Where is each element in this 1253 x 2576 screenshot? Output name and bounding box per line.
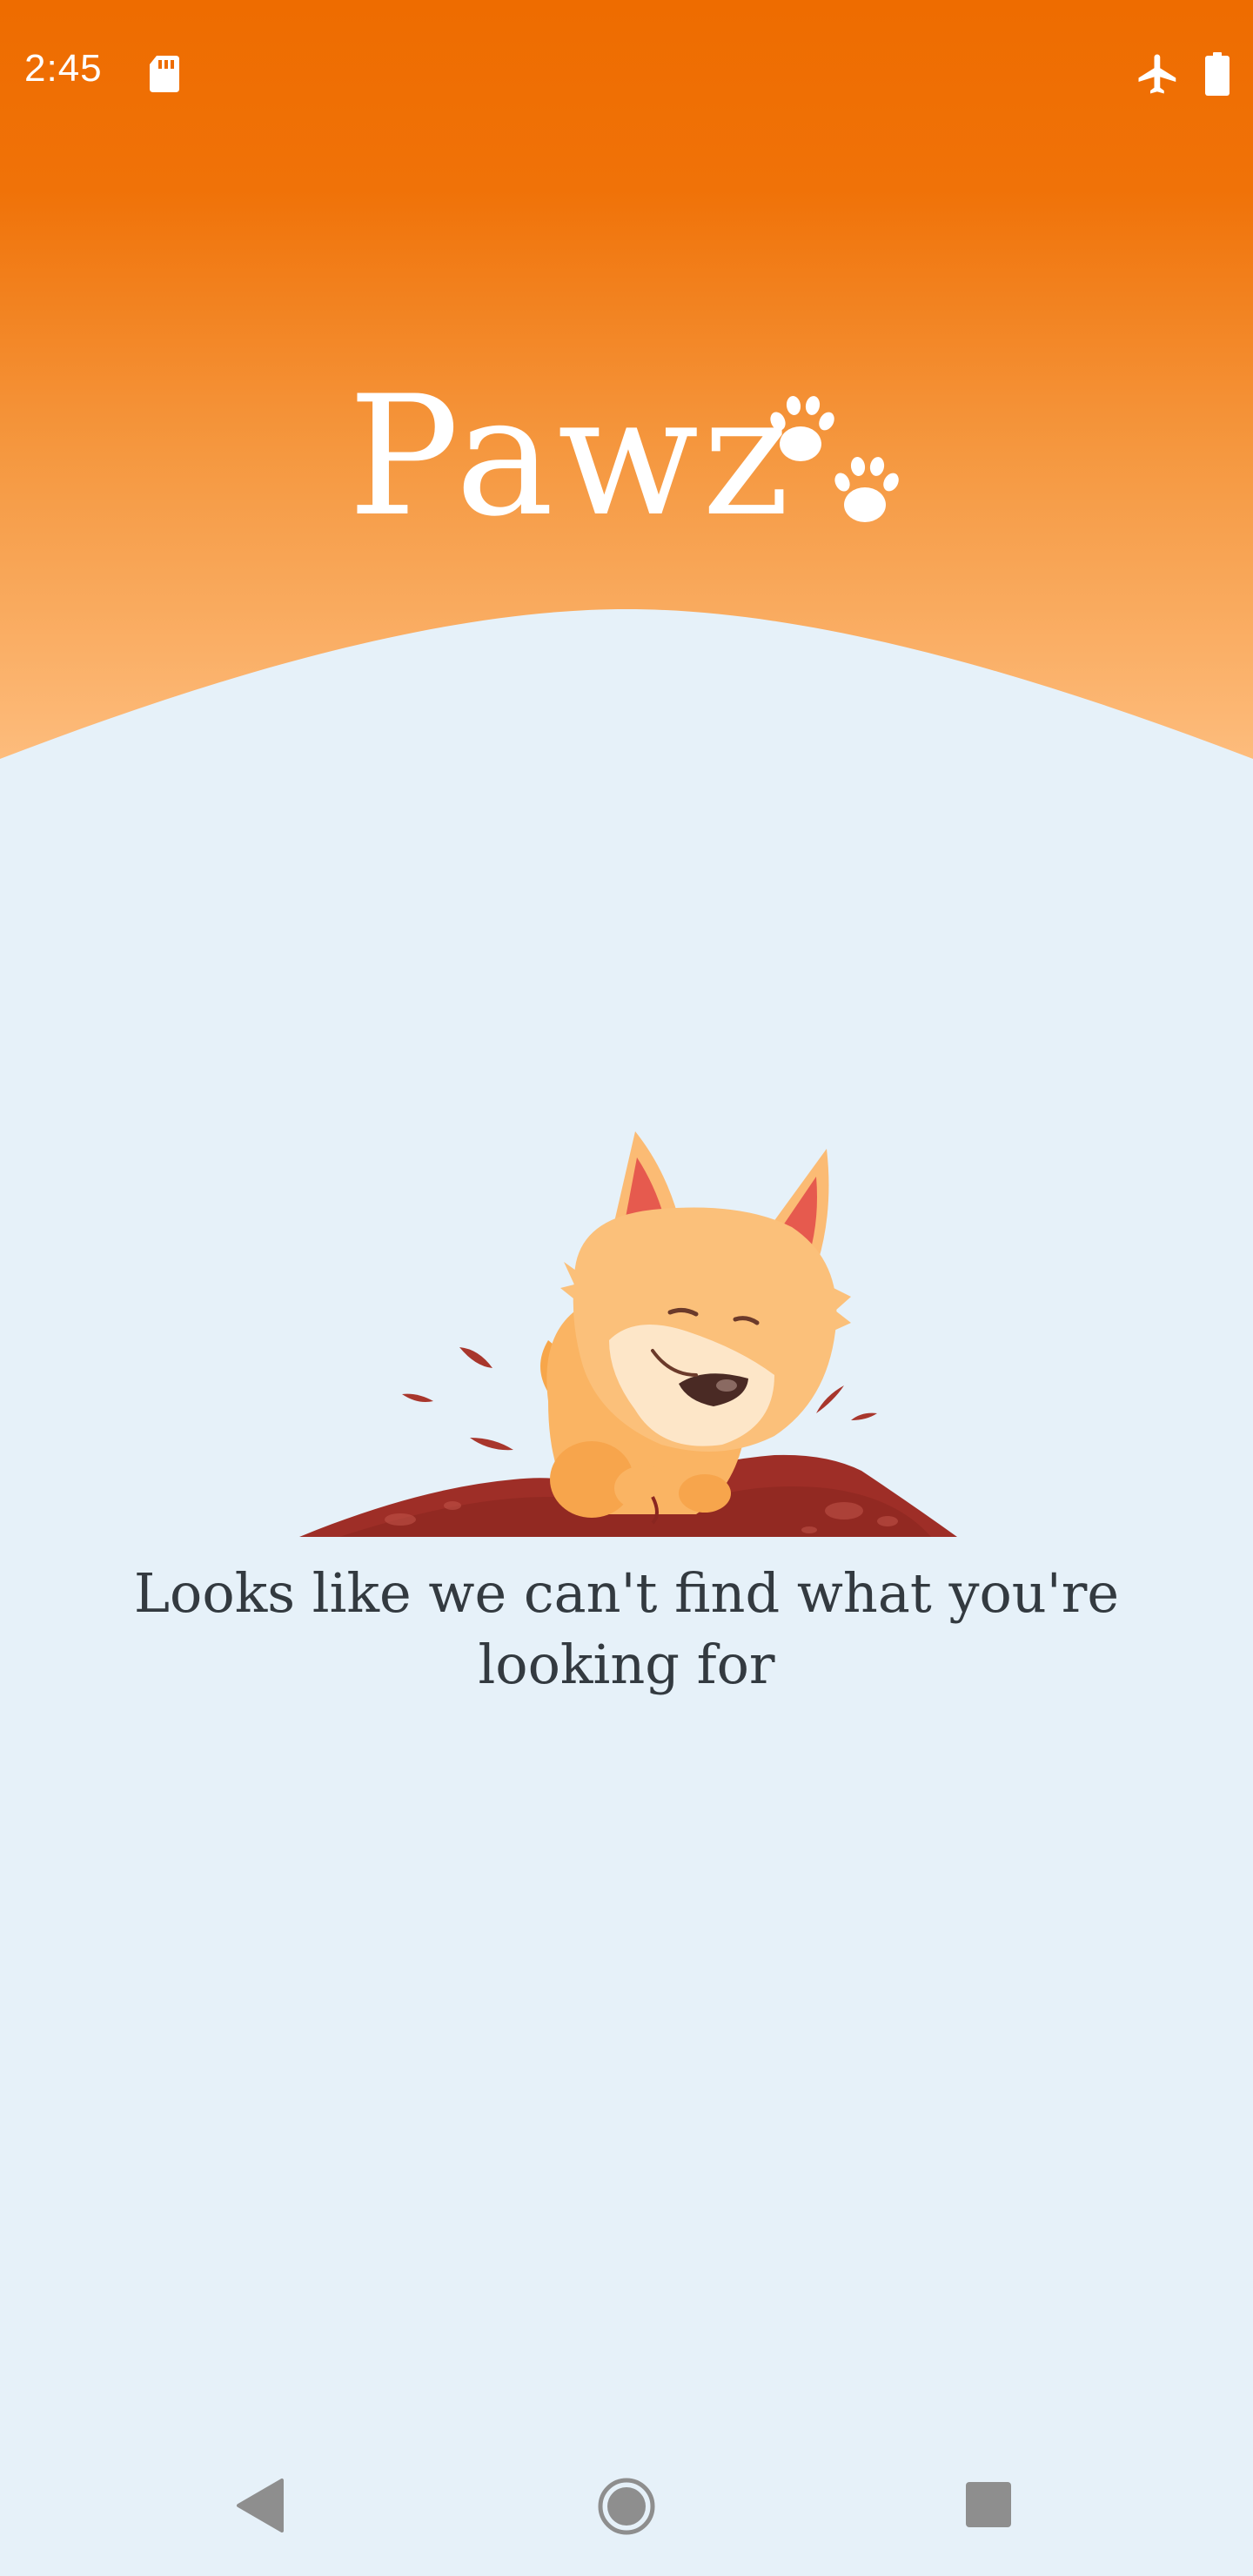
recents-icon[interactable] xyxy=(964,2480,1013,2529)
screen: 2:45 Pawz Looks like we can't find what … xyxy=(0,0,1253,2576)
logo-text: Pawz xyxy=(348,360,794,553)
empty-state-message: Looks like we can't find what you're loo… xyxy=(133,1561,1120,1696)
sd-card-icon xyxy=(150,56,179,92)
app-logo: Pawz xyxy=(348,360,899,553)
digging-dog-illustration xyxy=(299,1131,957,1537)
status-time: 2:45 xyxy=(24,47,103,90)
back-icon[interactable] xyxy=(233,2477,285,2534)
battery-icon xyxy=(1205,52,1230,96)
home-icon[interactable] xyxy=(597,2477,656,2536)
paw-prints-icon xyxy=(770,396,899,522)
status-bar: 2:45 xyxy=(0,0,1253,148)
airplane-mode-icon xyxy=(1138,54,1176,94)
navigation-bar xyxy=(0,2437,1253,2576)
